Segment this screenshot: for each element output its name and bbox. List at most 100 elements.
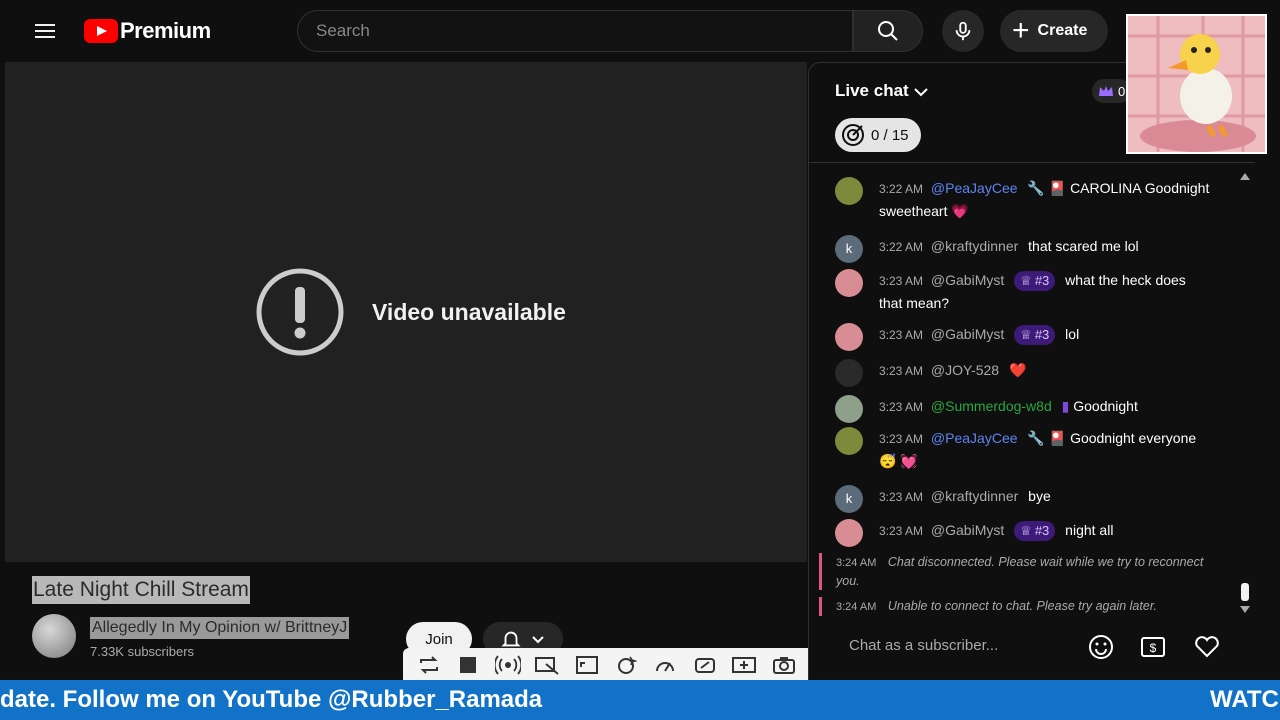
rank-value: #3 [1034, 273, 1050, 289]
avatar[interactable]: k [835, 235, 863, 263]
chat-input-row: $ [809, 625, 1255, 681]
wrench-icon: 🔧 [1027, 430, 1045, 446]
message-time: 3:23 AM [879, 364, 924, 378]
message-author[interactable]: @PeaJayCee [931, 180, 1018, 196]
avatar[interactable] [835, 177, 863, 205]
heart-icon [1195, 636, 1219, 658]
youtube-premium-logo[interactable]: Premium [84, 18, 211, 44]
create-label: Create [1037, 22, 1088, 39]
message-text: night all [1065, 522, 1114, 538]
effects-icon[interactable] [613, 653, 639, 677]
system-text: Unable to connect to chat. Please try ag… [887, 599, 1157, 613]
message-author[interactable]: @JOY-528 [931, 362, 999, 378]
region-icon[interactable] [574, 653, 600, 677]
hide-window-icon[interactable] [534, 653, 560, 677]
video-player[interactable]: Video unavailable [5, 62, 807, 562]
camera-icon[interactable] [771, 653, 797, 677]
message-text: Goodnight everyone [1070, 430, 1197, 446]
crown-icon: ♕ [1020, 327, 1032, 343]
crown-count-value: 0 [1118, 83, 1126, 99]
enhance-icon[interactable] [731, 653, 757, 677]
live-chat-title[interactable]: Live chat [835, 81, 909, 101]
message-author[interactable]: @GabiMyst [931, 272, 1004, 288]
message-author[interactable]: @kraftydinner [931, 488, 1018, 504]
message-text: bye [1028, 488, 1051, 504]
wrench-icon: 🔧 [1027, 180, 1045, 196]
goal-value: 0 / 15 [871, 126, 909, 144]
voice-search-button[interactable] [942, 10, 984, 52]
message-time: 3:23 AM [879, 432, 924, 446]
scroll-up-arrow[interactable] [1239, 171, 1251, 181]
search-icon [878, 21, 898, 41]
search-button[interactable] [853, 10, 923, 52]
message-author[interactable]: @kraftydinner [931, 238, 1018, 254]
avatar[interactable] [835, 269, 863, 297]
scroll-down-arrow[interactable] [1239, 605, 1251, 615]
chevron-down-icon [532, 636, 544, 644]
video-unavailable-message: Video unavailable [372, 299, 566, 325]
member-rank-badge: ♕ #3 [1014, 325, 1056, 346]
emoji-button[interactable] [1085, 631, 1117, 663]
message-author[interactable]: @PeaJayCee [931, 430, 1018, 446]
news-ticker: date. Follow me on YouTube @Rubber_Ramad… [0, 680, 1280, 720]
search-input[interactable] [298, 11, 852, 51]
message-time: 3:22 AM [879, 182, 924, 196]
system-text: Chat disconnected. Please wait while we … [836, 555, 1204, 588]
brand-label: Premium [120, 18, 211, 43]
avatar[interactable] [835, 519, 863, 547]
heart-button[interactable] [1191, 631, 1223, 663]
scrollbar-thumb[interactable] [1241, 583, 1249, 601]
search-box[interactable] [297, 10, 853, 52]
subscriber-count: 7.33K subscribers [90, 644, 195, 659]
system-time: 3:24 AM [836, 601, 877, 613]
system-message: 3:24 AM Unable to connect to chat. Pleas… [819, 597, 1219, 616]
chat-message: 3:23 AM @GabiMyst ♕ #3 night all [835, 519, 1215, 547]
message-author[interactable]: @GabiMyst [931, 522, 1004, 538]
ticker-text-next: WATC [1210, 686, 1279, 713]
super-chat-button[interactable]: $ [1137, 631, 1169, 663]
message-text: CAROLINA Goodnight [1070, 180, 1210, 196]
avatar[interactable] [835, 323, 863, 351]
message-author[interactable]: @GabiMyst [931, 326, 1004, 342]
repeat-icon[interactable] [416, 653, 442, 677]
speed-icon[interactable] [652, 653, 678, 677]
target-icon [842, 124, 864, 146]
avatar[interactable]: k [835, 485, 863, 513]
member-rank-badge: ♕ #3 [1014, 271, 1056, 292]
chat-message: k 3:23 AM @kraftydinner bye [835, 485, 1215, 513]
badge-icon: ▮ [1061, 398, 1070, 414]
menu-icon[interactable] [30, 20, 60, 44]
microphone-icon [955, 21, 971, 41]
plus-icon: + [1012, 14, 1030, 47]
message-text-cont: sweetheart [879, 203, 948, 219]
dollar-icon: $ [1141, 637, 1165, 657]
chat-input[interactable] [849, 637, 1069, 654]
bell-icon [501, 631, 521, 647]
heart-emoji: 💗 [951, 203, 969, 219]
message-time: 3:23 AM [879, 400, 924, 414]
message-text-cont: that mean? [879, 295, 950, 311]
chat-message: 3:22 AM @PeaJayCee 🔧 🎴 CAROLINA Goodnigh… [835, 177, 1215, 222]
avatar[interactable] [835, 427, 863, 455]
message-text: what the heck does [1065, 272, 1186, 288]
broadcast-icon[interactable] [494, 653, 521, 677]
channel-name[interactable]: Allegedly In My Opinion w/ BrittneyJ [90, 617, 350, 639]
adjust-icon[interactable] [692, 653, 718, 677]
goal-pill[interactable]: 0 / 15 [835, 118, 921, 152]
rank-value: #3 [1034, 523, 1050, 539]
create-button[interactable]: + Create [1000, 10, 1108, 52]
message-time: 3:22 AM [879, 240, 924, 254]
smiley-icon [1089, 635, 1113, 659]
message-author[interactable]: @Summerdog-w8d [931, 398, 1052, 414]
duck-illustration [1128, 16, 1265, 152]
chat-message: 3:23 AM @GabiMyst ♕ #3 lol [835, 323, 1215, 351]
channel-avatar[interactable] [32, 614, 76, 658]
heart-emoji: ❤️ [1009, 362, 1027, 378]
avatar[interactable] [835, 395, 863, 423]
avatar[interactable] [835, 359, 863, 387]
crown-icon: ♕ [1020, 273, 1032, 289]
stop-icon[interactable] [455, 653, 481, 677]
crown-icon: ♕ [1020, 523, 1032, 539]
chevron-down-icon[interactable] [912, 83, 930, 101]
chat-message: 3:23 AM @GabiMyst ♕ #3 what the heck does… [835, 269, 1215, 314]
